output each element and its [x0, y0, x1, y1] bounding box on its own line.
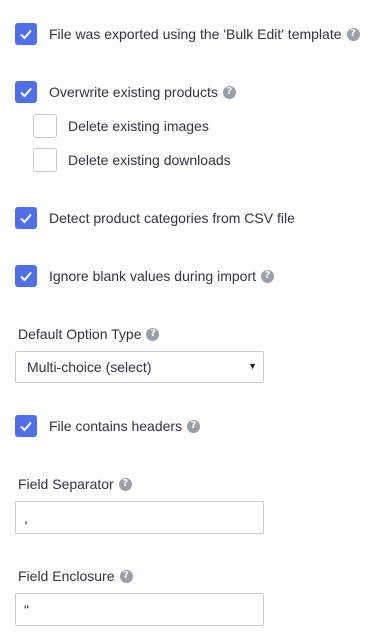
check-icon — [20, 213, 32, 224]
default-option-type-heading: Default Option Type ? — [18, 326, 160, 342]
option-bulk-edit[interactable]: File was exported using the 'Bulk Edit' … — [15, 23, 360, 45]
option-delete-images[interactable]: Delete existing images — [33, 114, 209, 138]
option-delete-downloads[interactable]: Delete existing downloads — [33, 148, 231, 172]
help-icon[interactable]: ? — [187, 419, 201, 433]
headers-checkbox[interactable] — [15, 415, 37, 437]
check-icon — [20, 271, 32, 282]
delete-images-label: Delete existing images — [68, 118, 209, 134]
ignore-blank-label: Ignore blank values during import — [49, 268, 257, 284]
ignore-blank-checkbox[interactable] — [15, 265, 37, 287]
check-icon — [20, 87, 32, 98]
field-enclosure-value: " — [24, 601, 29, 618]
field-enclosure-label: Field Enclosure — [18, 568, 115, 584]
option-overwrite[interactable]: Overwrite existing products ? — [15, 81, 236, 103]
help-icon[interactable]: ? — [146, 327, 160, 341]
check-icon — [20, 421, 32, 432]
chevron-down-icon: ▼ — [248, 361, 257, 371]
field-enclosure-heading: Field Enclosure ? — [18, 568, 133, 584]
overwrite-label: Overwrite existing products — [49, 84, 218, 100]
delete-images-checkbox[interactable] — [33, 114, 57, 138]
field-separator-label: Field Separator — [18, 476, 114, 492]
default-option-type-select[interactable]: Multi-choice (select) ▼ — [15, 351, 264, 383]
check-icon — [20, 29, 32, 40]
overwrite-checkbox[interactable] — [15, 81, 37, 103]
delete-downloads-checkbox[interactable] — [33, 148, 57, 172]
detect-categories-checkbox[interactable] — [15, 207, 37, 229]
delete-downloads-label: Delete existing downloads — [68, 152, 231, 168]
field-separator-input[interactable]: , — [15, 501, 264, 534]
help-icon[interactable]: ? — [346, 27, 360, 41]
help-icon[interactable]: ? — [119, 569, 133, 583]
detect-categories-label: Detect product categories from CSV file — [49, 210, 295, 226]
help-icon[interactable]: ? — [222, 85, 236, 99]
help-icon[interactable]: ? — [261, 269, 275, 283]
headers-label: File contains headers — [49, 418, 183, 434]
default-option-type-value: Multi-choice (select) — [27, 359, 152, 375]
option-headers[interactable]: File contains headers ? — [15, 415, 201, 437]
field-enclosure-input[interactable]: " — [15, 593, 264, 626]
bulk-edit-checkbox[interactable] — [15, 23, 37, 45]
default-option-type-label: Default Option Type — [18, 326, 142, 342]
bulk-edit-label: File was exported using the 'Bulk Edit' … — [49, 26, 342, 42]
option-ignore-blank[interactable]: Ignore blank values during import ? — [15, 265, 275, 287]
field-separator-value: , — [24, 509, 28, 526]
field-separator-heading: Field Separator ? — [18, 476, 132, 492]
option-detect-categories[interactable]: Detect product categories from CSV file — [15, 207, 295, 229]
help-icon[interactable]: ? — [118, 477, 132, 491]
